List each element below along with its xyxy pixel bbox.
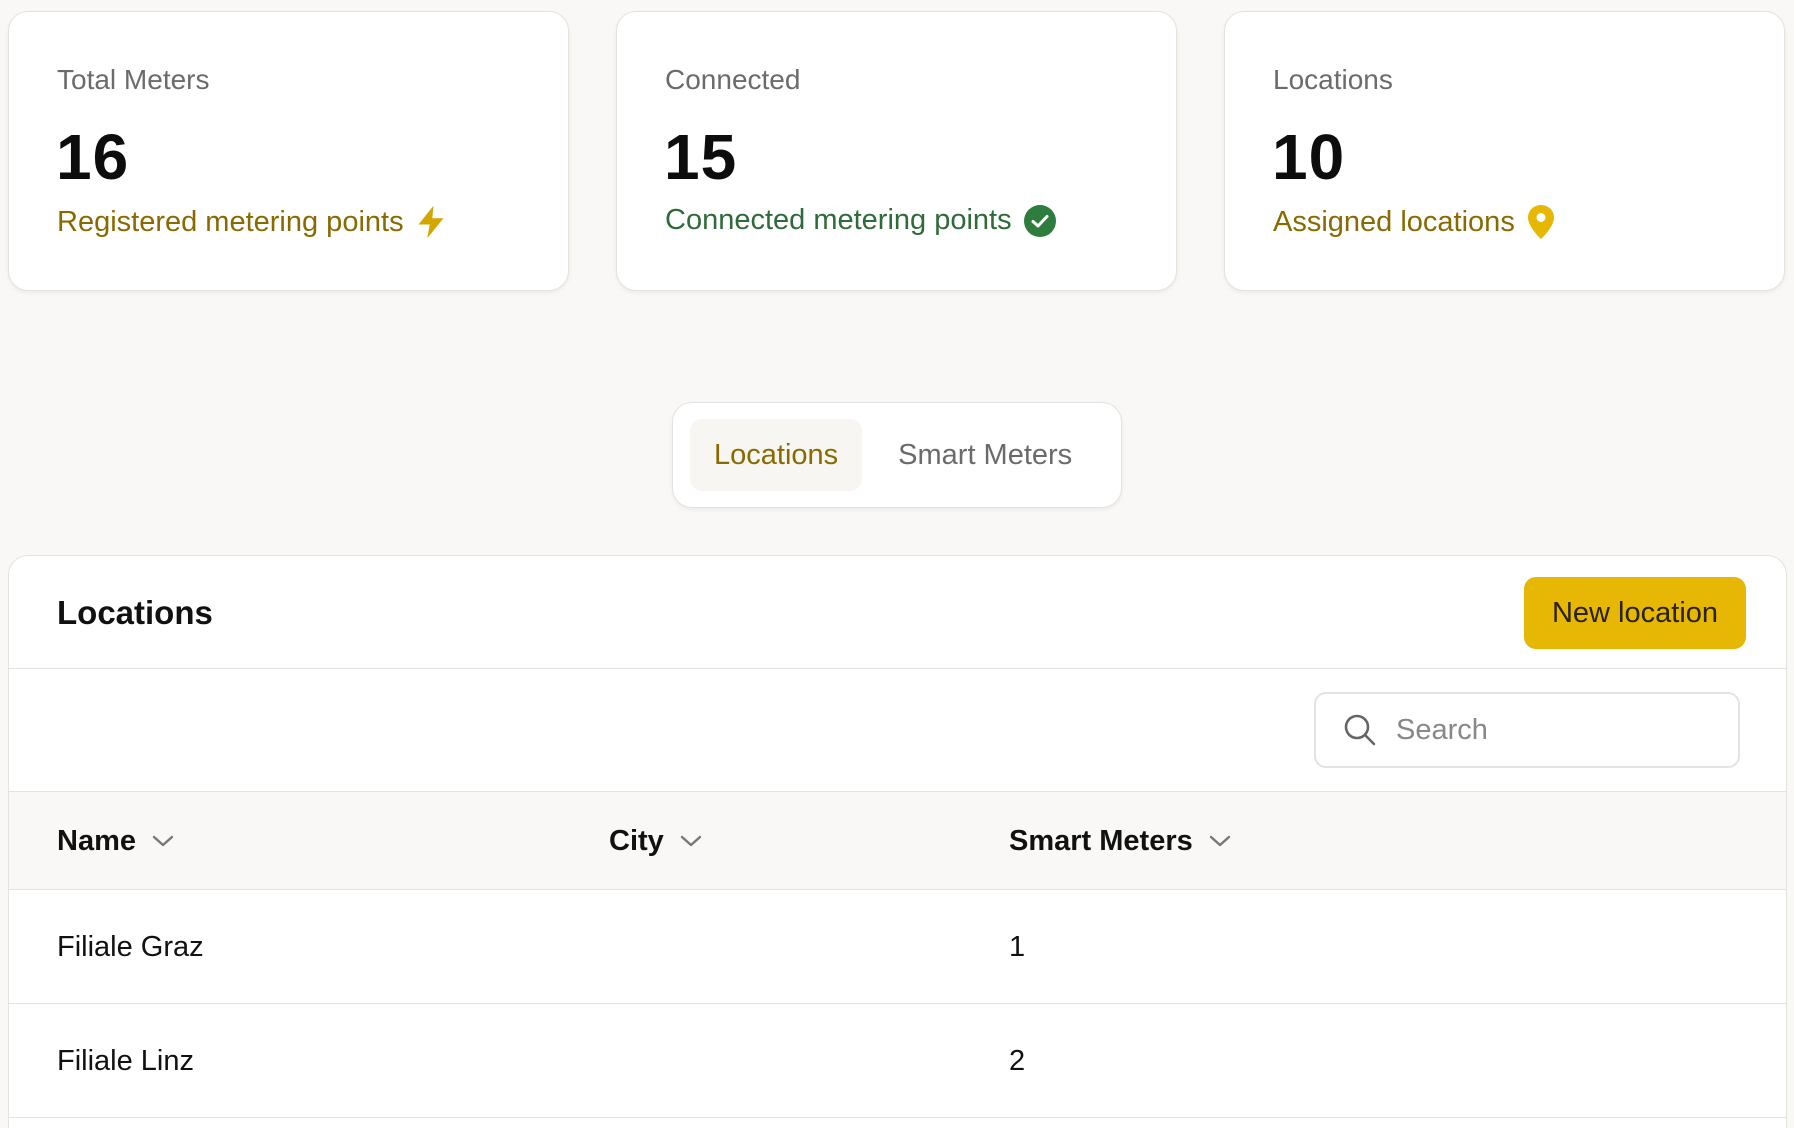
column-label: City xyxy=(609,824,664,857)
stat-title: Connected xyxy=(665,64,801,95)
panel-title: Locations xyxy=(57,594,213,631)
table-row[interactable]: Filiale Graz 1 xyxy=(9,890,1786,1004)
search-input[interactable] xyxy=(1396,713,1716,747)
stat-subtitle-row: Registered metering points xyxy=(57,204,446,240)
search-box[interactable] xyxy=(1314,692,1740,768)
stat-value: 16 xyxy=(56,121,130,193)
cell-smart-meters: 1 xyxy=(1009,930,1026,963)
stat-subtitle: Connected metering points xyxy=(665,204,1012,236)
table-header: Name City Smart Meters xyxy=(9,792,1786,890)
column-label: Smart Meters xyxy=(1009,824,1193,857)
stat-card-total-meters: Total Meters 16 Registered metering poin… xyxy=(8,11,569,291)
locations-panel: Locations New location Name City xyxy=(8,555,1787,1128)
stat-card-locations: Locations 10 Assigned locations xyxy=(1224,11,1785,291)
stat-subtitle-row: Connected metering points xyxy=(665,204,1056,237)
page: Total Meters 16 Registered metering poin… xyxy=(0,0,1794,1128)
cell-name: Filiale Linz xyxy=(57,1044,194,1077)
tab-smart-meters[interactable]: Smart Meters xyxy=(874,419,1096,491)
tab-locations[interactable]: Locations xyxy=(690,419,863,491)
new-location-button[interactable]: New location xyxy=(1524,577,1746,649)
chevron-down-icon xyxy=(680,834,702,848)
stat-title: Total Meters xyxy=(57,64,210,95)
stats-cards: Total Meters 16 Registered metering poin… xyxy=(8,11,1785,291)
column-header-smart-meters[interactable]: Smart Meters xyxy=(1009,792,1231,890)
stat-card-connected: Connected 15 Connected metering points xyxy=(616,11,1177,291)
panel-header: Locations New location xyxy=(9,556,1786,669)
table-toolbar xyxy=(9,669,1786,792)
cell-smart-meters: 2 xyxy=(1009,1044,1026,1077)
column-header-name[interactable]: Name xyxy=(57,792,174,890)
table-row[interactable]: Filiale Linz 2 xyxy=(9,1004,1786,1118)
view-tabs: Locations Smart Meters xyxy=(672,402,1122,508)
search-icon xyxy=(1342,712,1378,748)
chevron-down-icon xyxy=(152,834,174,848)
chevron-down-icon xyxy=(1209,834,1231,848)
column-label: Name xyxy=(57,824,136,857)
stat-subtitle: Assigned locations xyxy=(1273,205,1515,238)
stat-subtitle-row: Assigned locations xyxy=(1273,204,1555,240)
stat-subtitle: Registered metering points xyxy=(57,205,404,238)
map-pin-icon xyxy=(1527,204,1555,240)
check-circle-icon xyxy=(1023,204,1056,237)
cell-name: Filiale Graz xyxy=(57,930,204,963)
stat-value: 10 xyxy=(1272,121,1346,193)
column-header-city[interactable]: City xyxy=(609,792,702,890)
stat-title: Locations xyxy=(1273,64,1393,95)
lightning-icon xyxy=(416,204,446,240)
stat-value: 15 xyxy=(664,121,738,193)
